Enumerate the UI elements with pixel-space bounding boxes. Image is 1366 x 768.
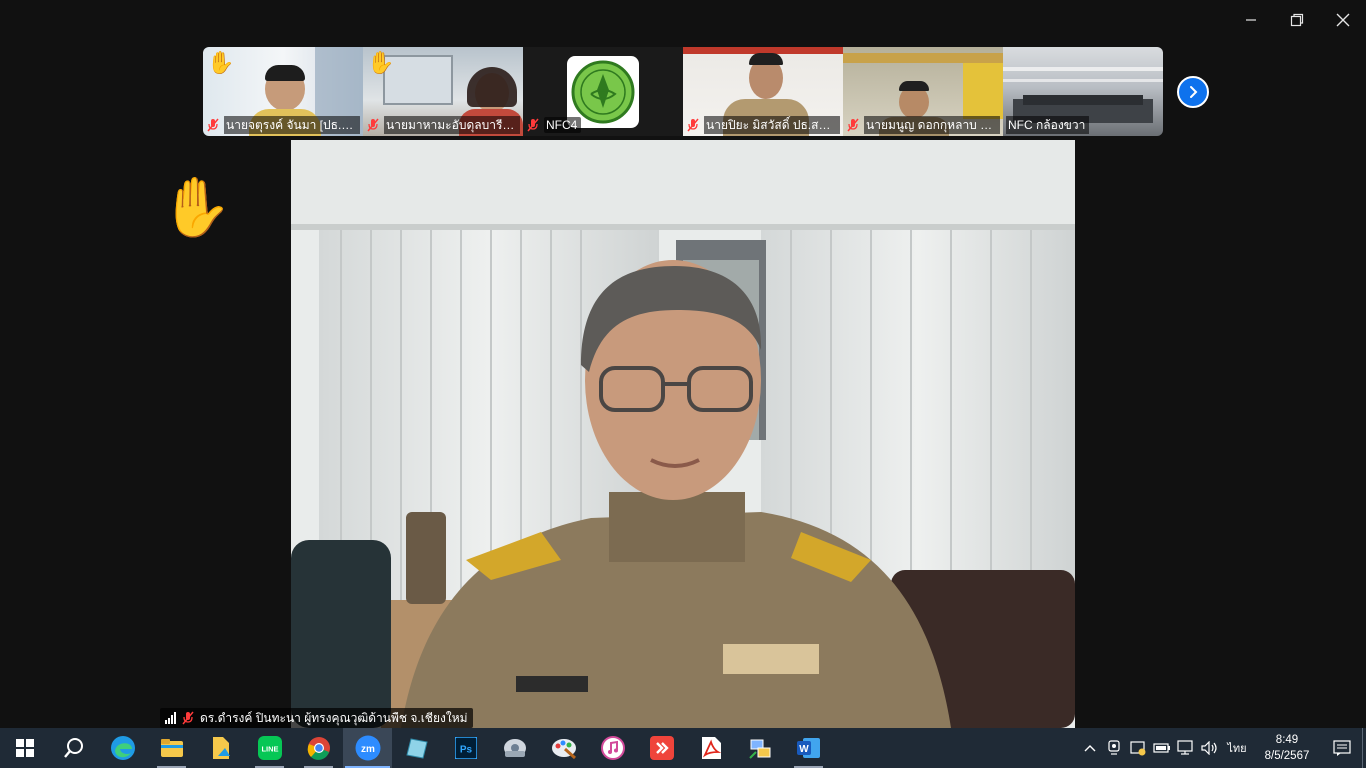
participant-gallery: ✋ นายจตุรงค์ จันมา [ปธ.ย์... ✋ นายมาหามะ… <box>203 47 1163 136</box>
svg-text:W: W <box>799 744 809 755</box>
notepad-icon[interactable] <box>392 728 441 768</box>
input-language-indicator[interactable]: ไทย <box>1222 739 1252 757</box>
chevron-up-icon[interactable] <box>1078 728 1102 768</box>
speaker-name: ดร.ดำรงค์ ปินทะนา ผู้ทรงคุณวุฒิด้านพืช จ… <box>200 710 468 725</box>
chevron-right-icon[interactable] <box>1177 76 1209 108</box>
line-icon[interactable]: LINE <box>245 728 294 768</box>
notification-center-icon[interactable] <box>1322 728 1362 768</box>
minimize-icon[interactable] <box>1228 6 1274 34</box>
muted-microphone-icon <box>847 118 859 132</box>
participant-tile[interactable]: นายปิยะ มิสวัสดิ์ ปธ.สระบุรี <box>683 47 843 136</box>
edge-icon[interactable] <box>98 728 147 768</box>
network-icon[interactable] <box>1174 728 1198 768</box>
close-icon[interactable] <box>1320 6 1366 34</box>
restore-icon[interactable] <box>1274 6 1320 34</box>
muted-microphone-icon <box>687 118 699 132</box>
raise-hand-icon: ✋ <box>207 50 235 75</box>
clock-date: 8/5/2567 <box>1264 750 1310 762</box>
file-explorer-icon[interactable] <box>147 728 196 768</box>
raise-hand-icon: ✋ <box>367 50 395 75</box>
windows-start-icon[interactable] <box>0 728 49 768</box>
participant-tile[interactable]: NFC กล้องขวา <box>1003 47 1163 136</box>
anydesk-icon[interactable] <box>637 728 686 768</box>
muted-microphone-icon <box>182 711 194 725</box>
participant-name: NFC กล้องขวา <box>1006 116 1090 134</box>
word-icon[interactable]: W <box>784 728 833 768</box>
network-tool-icon[interactable] <box>735 728 784 768</box>
chrome-icon[interactable] <box>294 728 343 768</box>
show-desktop-button[interactable] <box>1362 728 1366 768</box>
itunes-icon[interactable] <box>588 728 637 768</box>
signal-strength-icon <box>165 712 176 724</box>
participant-name: นายมาหามะอับดุลบารี ยี... <box>384 116 520 134</box>
participant-tile[interactable]: ✋ นายจตุรงค์ จันมา [ปธ.ย์... <box>203 47 363 136</box>
speaker-video <box>291 140 1075 728</box>
svg-text:LINE: LINE <box>261 745 278 754</box>
disk-utility-icon[interactable] <box>490 728 539 768</box>
battery-icon[interactable] <box>1150 728 1174 768</box>
security-alert-icon[interactable] <box>1126 728 1150 768</box>
active-speaker-label: ดร.ดำรงค์ ปินทะนา ผู้ทรงคุณวุฒิด้านพืช จ… <box>160 708 473 728</box>
zoom-meeting-window: ✋ นายจตุรงค์ จันมา [ปธ.ย์... ✋ นายมาหามะ… <box>0 0 1366 768</box>
search-icon[interactable] <box>49 728 98 768</box>
participant-name: NFC4 <box>544 117 582 133</box>
muted-microphone-icon <box>367 118 379 132</box>
zoom-icon[interactable]: zm <box>343 728 392 768</box>
system-clock[interactable]: 8:49 8/5/2567 <box>1252 728 1322 768</box>
participant-tile[interactable]: ✋ นายมาหามะอับดุลบารี ยี... <box>363 47 523 136</box>
acrobat-icon[interactable] <box>686 728 735 768</box>
clock-time: 8:49 <box>1275 734 1299 746</box>
participant-name: นายมนูญ ดอกกุหลาบ ปธ.... <box>864 116 1000 134</box>
svg-text:Ps: Ps <box>459 745 472 756</box>
raise-hand-icon: ✋ <box>160 175 233 240</box>
participant-tile[interactable]: NFC4 <box>523 47 683 136</box>
svg-text:zm: zm <box>361 744 375 755</box>
photoshop-icon[interactable]: Ps <box>441 728 490 768</box>
muted-microphone-icon <box>527 118 539 132</box>
participant-name: นายปิยะ มิสวัสดิ์ ปธ.สระบุรี <box>704 116 840 134</box>
participant-tile[interactable]: นายมนูญ ดอกกุหลาบ ปธ.... <box>843 47 1003 136</box>
webcam-icon[interactable] <box>1102 728 1126 768</box>
participant-name: นายจตุรงค์ จันมา [ปธ.ย์... <box>224 116 360 134</box>
volume-icon[interactable] <box>1198 728 1222 768</box>
windows-taskbar: LINE zm Ps W ไทย 8:49 8/5/2567 <box>0 728 1366 768</box>
paint-icon[interactable] <box>539 728 588 768</box>
muted-microphone-icon <box>207 118 219 132</box>
files-icon[interactable] <box>196 728 245 768</box>
